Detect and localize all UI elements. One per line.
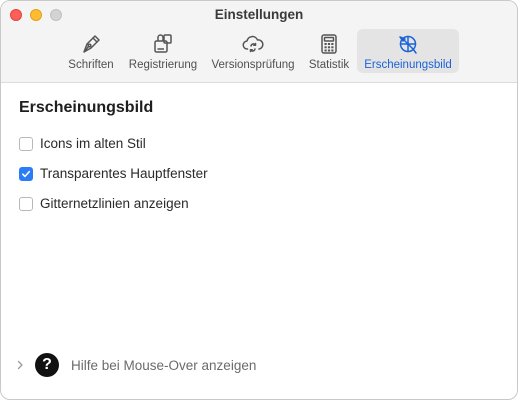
help-icon[interactable]: ? [35, 353, 59, 377]
tab-schriften[interactable]: Schriften [61, 29, 121, 73]
option-transparentes-hauptfenster[interactable]: Transparentes Hauptfenster [19, 166, 208, 181]
tab-label: Versionsprüfung [211, 59, 295, 71]
tab-label: Statistik [308, 59, 350, 71]
pen-nib-icon [79, 32, 103, 56]
window-title: Einstellungen [214, 7, 304, 22]
checkbox-unchecked[interactable] [19, 196, 33, 211]
option-label: Icons im alten Stil [40, 136, 146, 151]
section-title: Erscheinungsbild [19, 99, 154, 116]
checkmark-icon [22, 170, 31, 177]
cloud-sync-icon [241, 32, 265, 56]
calculator-icon [317, 32, 341, 56]
appearance-pane: Erscheinungsbild Icons im alten Stil Tra… [1, 83, 517, 399]
registration-icon [151, 32, 175, 56]
preferences-toolbar: Schriften Registrierung Versionsprüfung … [61, 29, 459, 75]
help-label: Hilfe bei Mouse-Over anzeigen [71, 357, 257, 373]
tab-registrierung[interactable]: Registrierung [121, 29, 205, 73]
title-bar: Einstellungen Schriften Registrierung Ve… [1, 1, 517, 83]
tab-erscheinungsbild[interactable]: Erscheinungsbild [357, 29, 459, 73]
checkbox-unchecked[interactable] [19, 136, 33, 151]
checkbox-checked[interactable] [19, 166, 33, 181]
tab-label: Schriften [68, 59, 114, 71]
chevron-right-icon[interactable] [15, 360, 25, 370]
tab-versionspruefung[interactable]: Versionsprüfung [205, 29, 301, 73]
tab-statistik[interactable]: Statistik [301, 29, 357, 73]
option-label: Gitternetzlinien anzeigen [40, 196, 189, 211]
appearance-icon [396, 32, 420, 56]
preferences-window: Einstellungen Schriften Registrierung Ve… [0, 0, 518, 400]
option-gitternetzlinien[interactable]: Gitternetzlinien anzeigen [19, 196, 189, 211]
help-row: ? Hilfe bei Mouse-Over anzeigen [15, 353, 256, 377]
option-label: Transparentes Hauptfenster [40, 166, 208, 181]
tab-label: Registrierung [128, 59, 198, 71]
option-icons-alter-stil[interactable]: Icons im alten Stil [19, 136, 146, 151]
tab-label: Erscheinungsbild [364, 59, 452, 71]
